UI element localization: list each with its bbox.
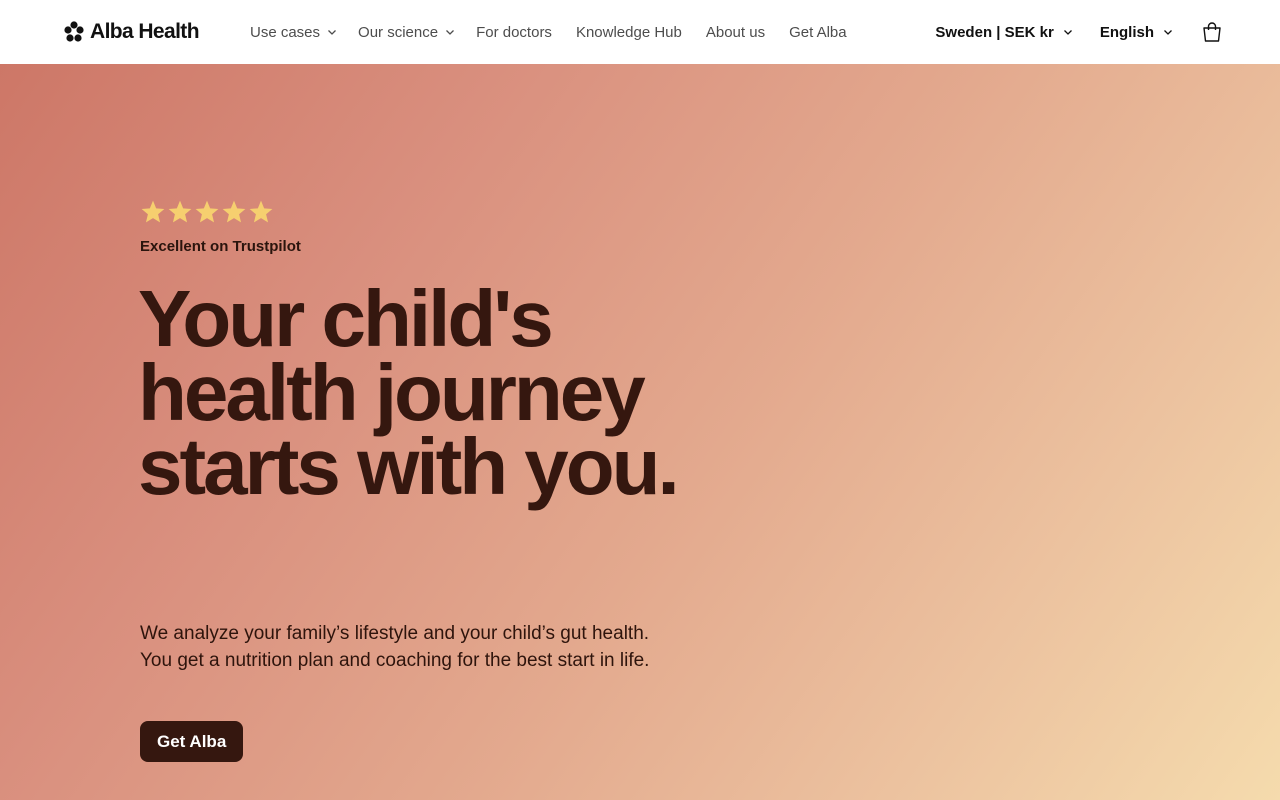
cart-button[interactable]: [1200, 20, 1224, 44]
star-icon: [222, 200, 246, 223]
chevron-down-icon: [1164, 30, 1172, 35]
logo-text: Alba Health: [90, 20, 200, 43]
star-icon: [141, 200, 165, 223]
nav-for-doctors[interactable]: For doctors: [476, 24, 552, 41]
rating-stars: [140, 199, 274, 225]
chevron-down-icon: [328, 30, 336, 35]
cart-icon: [1203, 22, 1221, 42]
get-alba-button[interactable]: Get Alba: [140, 721, 244, 762]
nav-knowledge-hub-label: Knowledge Hub: [575, 23, 682, 41]
nav-our-science[interactable]: Our science: [358, 24, 456, 41]
main-nav: Use cases Our science For doctors Knowle…: [250, 0, 871, 64]
region-currency-label: Sweden | SEK kr: [935, 23, 1054, 41]
nav-about-us-label: About us: [705, 23, 766, 41]
nav-get-alba[interactable]: Get Alba: [789, 24, 847, 41]
star-icon: [195, 200, 219, 223]
header-utilities: Sweden | SEK kr English: [935, 0, 1224, 64]
site-header: Alba Health Use cases Our science For do…: [0, 0, 1280, 64]
nav-knowledge-hub[interactable]: Knowledge Hub: [576, 24, 682, 41]
logo-link[interactable]: Alba Health: [64, 20, 200, 44]
star-icon: [168, 200, 192, 223]
chevron-down-icon: [446, 30, 455, 35]
language-selector[interactable]: English: [1100, 24, 1174, 41]
nav-about-us[interactable]: About us: [706, 24, 765, 41]
nav-get-alba-label: Get Alba: [789, 23, 847, 41]
trustpilot-rating-label: Excellent on Trustpilot: [140, 238, 301, 255]
hero-section: Excellent on Trustpilot Your child's hea…: [0, 64, 1280, 800]
star-icon: [249, 200, 273, 223]
alba-logo-icon: [64, 21, 84, 42]
nav-use-cases-label: Use cases: [250, 23, 321, 41]
nav-our-science-label: Our science: [358, 23, 439, 41]
nav-use-cases[interactable]: Use cases: [250, 24, 338, 41]
chevron-down-icon: [1063, 30, 1072, 35]
nav-for-doctors-label: For doctors: [476, 23, 552, 41]
language-label: English: [1099, 23, 1154, 41]
hero-description: We analyze your family’s lifestyle and y…: [140, 623, 650, 671]
hero-title: Your child's health journey starts with …: [138, 274, 680, 511]
region-currency-selector[interactable]: Sweden | SEK kr: [935, 24, 1073, 41]
